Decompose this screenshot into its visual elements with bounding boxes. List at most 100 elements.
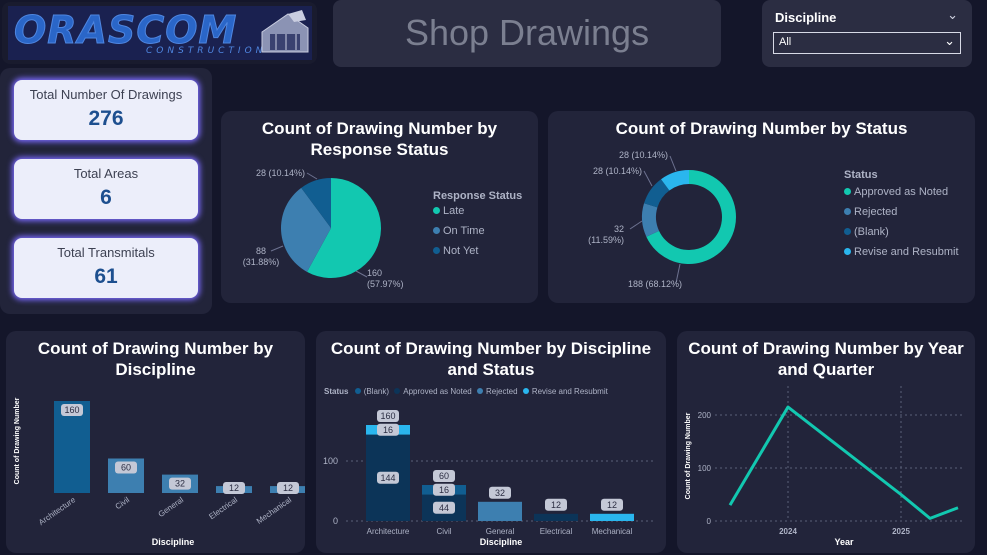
slice-leader-line xyxy=(355,270,368,278)
year-quarter-line-card: Count of Drawing Number by Year and Quar… xyxy=(677,331,975,553)
legend-item-approved[interactable]: Approved as Noted xyxy=(844,186,959,198)
bar-data-label: 160 xyxy=(64,405,79,415)
x-tick-label: Civil xyxy=(114,495,132,511)
pie-legend: Response Status Late On Time Not Yet xyxy=(433,190,522,257)
donut-legend: Status Approved as Noted Rejected (Blank… xyxy=(844,169,959,258)
segment-data-label: 44 xyxy=(439,503,449,513)
slice-leader-line xyxy=(270,245,284,252)
slice-data-label: (11.59%) xyxy=(588,235,624,245)
discipline-bar-chart[interactable]: 160 Architecture 60 Civil 32 General 12 Electri… xyxy=(6,331,305,553)
slicer-label: Discipline xyxy=(775,10,837,25)
company-logo: ORASCOM CONSTRUCTION xyxy=(2,2,317,64)
discipline-status-stacked-chart[interactable]: 0 100 144 16 160 Architecture 44 16 60 Civil 32 Gen… xyxy=(316,331,666,553)
dropdown-selected-value: All xyxy=(779,36,792,48)
x-tick-label: Architecture xyxy=(367,527,410,536)
total-data-label: 60 xyxy=(439,471,449,481)
stacked-segment xyxy=(478,501,522,521)
series-line xyxy=(728,405,959,520)
kpi-value: 6 xyxy=(100,186,112,209)
x-axis-title: Discipline xyxy=(152,537,195,547)
kpi-card-total-areas: Total Areas 6 xyxy=(14,159,198,219)
kpi-label: Total Areas xyxy=(73,166,139,181)
x-axis-title: Year xyxy=(834,537,854,547)
slice-data-label: (31.88%) xyxy=(243,257,280,267)
slice-data-label: 28 (10.14%) xyxy=(593,166,642,176)
slice-leader-line xyxy=(669,155,677,172)
slice-data-label: 32 xyxy=(614,224,624,234)
legend-item-on-time[interactable]: On Time xyxy=(433,225,522,237)
legend-item-rejected[interactable]: Rejected xyxy=(844,206,959,218)
legend-dot xyxy=(433,227,440,234)
x-tick-label: General xyxy=(486,527,515,536)
y-tick-label: 100 xyxy=(698,464,712,473)
logo-banner: ORASCOM CONSTRUCTION xyxy=(8,6,312,60)
legend-title: Response Status xyxy=(433,190,523,202)
total-data-label: 32 xyxy=(495,488,505,498)
status-donut-card: Count of Drawing Number by Status 188 (6… xyxy=(548,111,975,303)
segment-data-label: 16 xyxy=(439,485,449,495)
slice-data-label: 188 (68.12%) xyxy=(628,279,682,289)
kpi-label: Total Number Of Drawings xyxy=(29,87,183,102)
x-axis-title: Discipline xyxy=(480,537,523,547)
slice-data-label: 160 xyxy=(367,268,382,278)
slice-data-label: 28 (10.14%) xyxy=(256,168,305,178)
discipline-status-bar-card: Count of Drawing Number by Discipline an… xyxy=(316,331,666,553)
collapse-chevron-icon[interactable]: ⌄ xyxy=(947,8,958,23)
pie-slice-1 xyxy=(642,203,660,237)
discipline-dropdown[interactable]: All ⌄ xyxy=(773,32,961,54)
x-tick-label: Electrical xyxy=(207,495,239,521)
kpi-value: 276 xyxy=(88,107,124,130)
x-tick-label: Mechanical xyxy=(592,527,633,536)
y-tick-label: 0 xyxy=(333,516,338,526)
kpi-panel: Total Number Of Drawings 276 Total Areas… xyxy=(0,68,212,314)
x-tick-label: 2025 xyxy=(892,527,910,536)
legend-dot xyxy=(844,188,851,195)
discipline-slicer: Discipline ⌄ All ⌄ xyxy=(762,0,972,67)
legend-item-not-yet[interactable]: Not Yet xyxy=(433,245,522,257)
x-tick-label: Civil xyxy=(436,527,451,536)
legend-title: Status xyxy=(844,169,878,181)
slice-data-label: 28 (10.14%) xyxy=(619,150,668,160)
y-axis-title: Count of Drawing Number xyxy=(685,412,692,499)
bar-data-label: 60 xyxy=(121,463,131,473)
x-tick-label: Architecture xyxy=(37,495,78,527)
x-tick-label: 2024 xyxy=(779,527,797,536)
logo-emblem-icon xyxy=(261,10,309,53)
legend-dot xyxy=(433,247,440,254)
legend-item-late[interactable]: Late xyxy=(433,205,522,217)
year-quarter-line-chart[interactable]: 01002002024 2025YearCount of Drawing Numb… xyxy=(677,331,975,553)
bar-data-label: 12 xyxy=(283,483,293,493)
bar-data-label: 32 xyxy=(175,479,185,489)
kpi-value: 61 xyxy=(94,265,118,288)
x-tick-label: General xyxy=(157,495,186,519)
y-tick-label: 100 xyxy=(323,456,338,466)
logo-tagline: CONSTRUCTION xyxy=(146,46,267,56)
stacked-segment xyxy=(590,513,634,521)
legend-dot xyxy=(844,228,851,235)
legend-dot xyxy=(844,248,851,255)
slice-leader-line xyxy=(629,220,643,230)
kpi-card-total-transmitals: Total Transmitals 61 xyxy=(14,238,198,298)
response-status-pie-card: Count of Drawing Number by Response Stat… xyxy=(221,111,538,303)
chevron-down-icon: ⌄ xyxy=(944,34,955,49)
page-header: Shop Drawings xyxy=(333,0,721,67)
slice-data-label: 88 xyxy=(256,246,266,256)
segment-data-label: 16 xyxy=(383,425,393,435)
slice-data-label: (57.97%) xyxy=(367,279,404,289)
legend-item-revise[interactable]: Revise and Resubmit xyxy=(844,246,959,258)
legend-item-blank[interactable]: (Blank) xyxy=(844,226,959,238)
total-data-label: 12 xyxy=(607,500,617,510)
segment-data-label: 144 xyxy=(380,473,395,483)
stacked-segment xyxy=(534,513,578,521)
kpi-label: Total Transmitals xyxy=(57,245,155,260)
x-tick-label: Mechanical xyxy=(255,495,293,526)
legend-dot xyxy=(433,207,440,214)
bar-data-label: 12 xyxy=(229,483,239,493)
discipline-bar-card: Count of Drawing Number by Discipline 16… xyxy=(6,331,305,553)
kpi-card-total-drawings: Total Number Of Drawings 276 xyxy=(14,80,198,140)
y-tick-label: 0 xyxy=(707,517,712,526)
page-title: Shop Drawings xyxy=(404,12,650,53)
x-tick-label: Electrical xyxy=(540,527,573,536)
slice-leader-line xyxy=(643,170,653,187)
slice-leader-line xyxy=(306,172,318,180)
